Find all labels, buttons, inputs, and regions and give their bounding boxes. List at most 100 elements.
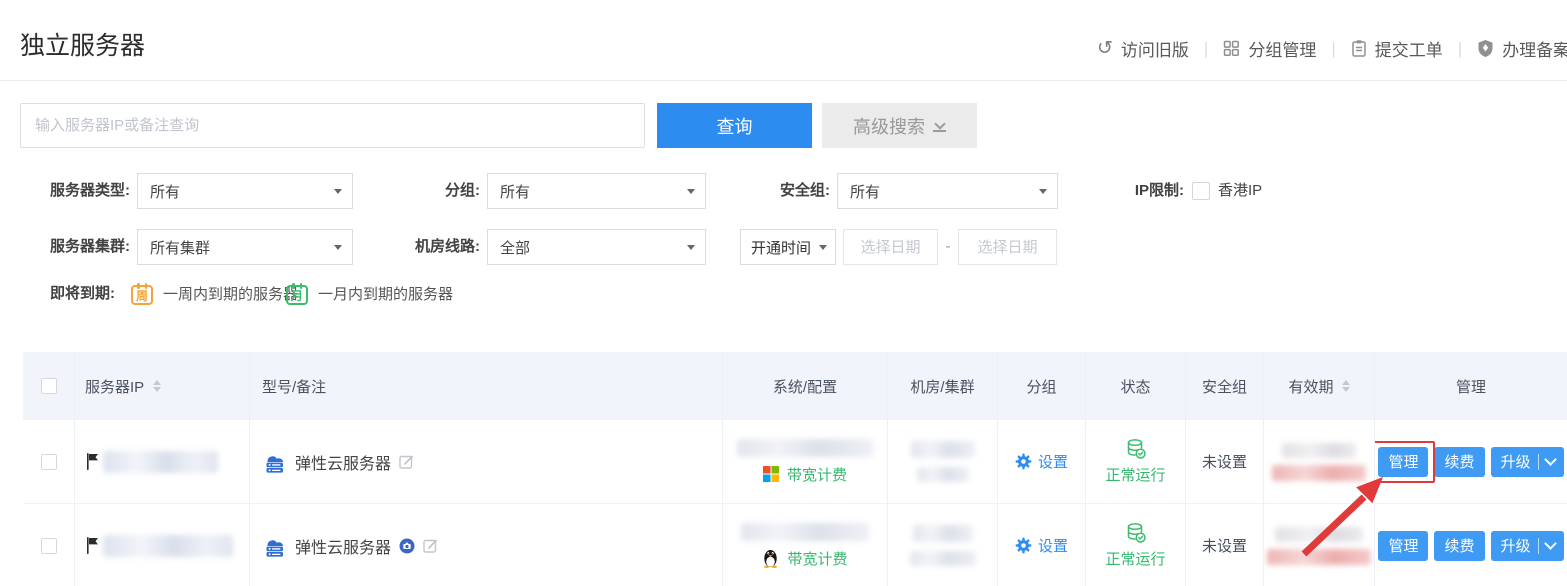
header-divider bbox=[0, 80, 1567, 81]
date-type-value: 开通时间 bbox=[751, 237, 811, 258]
flag-icon bbox=[85, 536, 99, 555]
redacted-cluster bbox=[910, 551, 976, 566]
billing-type-label: 带宽计费 bbox=[787, 464, 847, 485]
col-validity: 有效期 bbox=[1288, 376, 1333, 397]
date-end-input[interactable] bbox=[958, 229, 1057, 265]
col-group: 分组 bbox=[1026, 376, 1056, 397]
security-group-select[interactable]: 所有 bbox=[837, 173, 1058, 209]
edit-remark-icon[interactable] bbox=[423, 538, 438, 553]
redacted-room bbox=[913, 525, 973, 542]
redacted-validity-date bbox=[1282, 443, 1356, 458]
hongkong-ip-option-label: 香港IP bbox=[1218, 173, 1262, 209]
edit-remark-icon[interactable] bbox=[399, 454, 414, 469]
table-header-row: 服务器IP 型号/备注 系统/配置 机房/集群 分组 状态 安全组 有效期 管理 bbox=[23, 352, 1567, 420]
col-server-ip: 服务器IP bbox=[85, 376, 144, 397]
sort-icon[interactable] bbox=[1342, 380, 1350, 392]
advanced-search-button[interactable]: 高级搜索 bbox=[822, 103, 977, 148]
manage-button[interactable]: 管理 bbox=[1378, 447, 1428, 477]
renew-button[interactable]: 续费 bbox=[1434, 531, 1484, 561]
search-input[interactable] bbox=[20, 103, 645, 148]
visit-old-version-link[interactable]: ↺ 访问旧版 bbox=[1097, 36, 1189, 61]
billing-type-label: 带宽计费 bbox=[787, 548, 847, 569]
dedicated-server-console: 独立服务器 ↺ 访问旧版 | 分组管理 | bbox=[0, 0, 1567, 586]
chevron-down-icon bbox=[1544, 453, 1557, 466]
group-select[interactable]: 所有 bbox=[487, 173, 706, 209]
redacted-validity-date bbox=[1275, 527, 1363, 542]
server-model-label: 弹性云服务器 bbox=[295, 534, 391, 558]
divider: | bbox=[1204, 39, 1208, 59]
col-room: 机房/集群 bbox=[910, 376, 974, 397]
redacted-config bbox=[737, 439, 873, 457]
expire-week-link[interactable]: 一周内到期的服务器 bbox=[163, 281, 298, 307]
gear-icon bbox=[1015, 537, 1032, 554]
expire-label: 即将到期: bbox=[20, 281, 115, 307]
sort-icon[interactable] bbox=[153, 380, 161, 392]
redacted-validity-warning bbox=[1272, 465, 1366, 481]
group-filter-label: 分组: bbox=[400, 173, 480, 209]
caret-down-icon bbox=[819, 245, 827, 250]
select-all-checkbox[interactable] bbox=[41, 378, 57, 394]
header-links: ↺ 访问旧版 | 分组管理 | bbox=[1097, 36, 1567, 61]
col-manage: 管理 bbox=[1456, 376, 1486, 397]
expire-month-link[interactable]: 一月内到期的服务器 bbox=[318, 281, 453, 307]
divider bbox=[1538, 454, 1539, 470]
redacted-server-ip bbox=[103, 535, 233, 557]
upgrade-button[interactable]: 升级 bbox=[1491, 531, 1564, 561]
divider bbox=[1538, 538, 1539, 554]
row-checkbox[interactable] bbox=[41, 538, 57, 554]
query-button[interactable]: 查询 bbox=[657, 103, 812, 148]
month-calendar-icon[interactable]: 月 bbox=[286, 285, 308, 305]
page-title: 独立服务器 bbox=[20, 26, 145, 62]
line-select[interactable]: 全部 bbox=[487, 229, 706, 265]
status-label: 正常运行 bbox=[1105, 464, 1165, 485]
server-type-value: 所有 bbox=[150, 181, 180, 202]
col-status: 状态 bbox=[1120, 376, 1150, 397]
server-type-select[interactable]: 所有 bbox=[137, 173, 353, 209]
row-checkbox[interactable] bbox=[41, 454, 57, 470]
cluster-label: 服务器集群: bbox=[20, 229, 130, 265]
submit-ticket-label: 提交工单 bbox=[1375, 36, 1443, 61]
filing-link[interactable]: 办理备案 bbox=[1477, 36, 1567, 61]
submit-ticket-link[interactable]: 提交工单 bbox=[1351, 36, 1443, 61]
status-running-icon bbox=[1125, 438, 1147, 460]
cloud-server-icon bbox=[262, 534, 287, 558]
line-value: 全部 bbox=[500, 237, 530, 258]
date-type-select[interactable]: 开通时间 bbox=[740, 229, 836, 265]
caret-down-icon bbox=[334, 189, 342, 194]
upgrade-label: 升级 bbox=[1501, 535, 1531, 556]
redacted-config bbox=[741, 523, 869, 541]
cluster-value: 所有集群 bbox=[150, 237, 210, 258]
month-calendar-char: 月 bbox=[291, 287, 303, 304]
caret-down-icon bbox=[334, 245, 342, 250]
chevron-down-icon bbox=[1544, 537, 1557, 550]
server-row-2: 弹性云服务器 bbox=[23, 504, 1567, 586]
divider: | bbox=[1331, 39, 1335, 59]
manage-button[interactable]: 管理 bbox=[1378, 531, 1428, 561]
upgrade-button[interactable]: 升级 bbox=[1491, 447, 1564, 477]
date-start-input[interactable] bbox=[843, 229, 938, 265]
upgrade-label: 升级 bbox=[1501, 451, 1531, 472]
col-security: 安全组 bbox=[1202, 376, 1247, 397]
redacted-room bbox=[911, 441, 975, 458]
hongkong-ip-checkbox[interactable] bbox=[1192, 182, 1210, 200]
linux-penguin-icon bbox=[762, 548, 779, 568]
security-group-filter-label: 安全组: bbox=[745, 173, 830, 209]
group-setting-link[interactable]: 设置 bbox=[1038, 451, 1068, 472]
group-management-label: 分组管理 bbox=[1248, 36, 1316, 61]
col-system: 系统/配置 bbox=[773, 376, 837, 397]
status-running-icon bbox=[1125, 522, 1147, 544]
status-label: 正常运行 bbox=[1105, 548, 1165, 569]
security-group-value: 未设置 bbox=[1202, 451, 1247, 472]
ticket-icon bbox=[1351, 39, 1367, 58]
group-setting-link[interactable]: 设置 bbox=[1038, 535, 1068, 556]
week-calendar-icon[interactable]: 周 bbox=[131, 285, 153, 305]
renew-button[interactable]: 续费 bbox=[1434, 447, 1484, 477]
redacted-server-ip bbox=[103, 451, 218, 473]
shield-icon bbox=[1477, 39, 1494, 58]
group-management-link[interactable]: 分组管理 bbox=[1223, 36, 1316, 61]
redacted-validity-warning bbox=[1267, 549, 1371, 565]
week-calendar-char: 周 bbox=[136, 287, 148, 304]
cloud-server-icon bbox=[262, 450, 287, 474]
filing-label: 办理备案 bbox=[1502, 36, 1567, 61]
cluster-select[interactable]: 所有集群 bbox=[137, 229, 353, 265]
